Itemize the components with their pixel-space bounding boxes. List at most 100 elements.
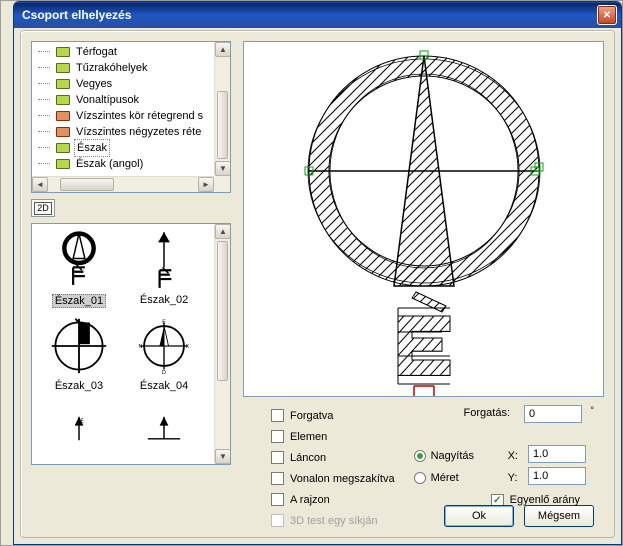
dialog-buttons: Ok Mégsem [444, 505, 594, 527]
title-text: Csoport elhelyezés [22, 8, 597, 22]
radio-nagyitas[interactable]: Nagyítás [414, 445, 474, 467]
tree-item-label: Vízszintes négyzetes réte [74, 124, 203, 140]
left-column: Térfogat Tűzrakóhelyek Vegyes Vonaltípus… [31, 41, 231, 465]
svg-text:E: E [162, 319, 166, 325]
tree-vertical-scrollbar[interactable]: ▲ ▼ [214, 42, 230, 176]
tree-item[interactable]: Észak [34, 140, 214, 156]
rotation-label: Forgatás: [464, 407, 510, 419]
cancel-button[interactable]: Mégsem [524, 505, 594, 527]
check-label: Vonalon megszakítva [290, 473, 395, 485]
thumbnail-item[interactable]: Észak_03 [40, 314, 118, 392]
tree-item[interactable]: Vonaltípusok [34, 92, 214, 108]
radio-label: Méret [431, 472, 459, 484]
x-input[interactable]: 1.0 [528, 445, 586, 463]
tree-item[interactable]: Tűzrakóhelyek [34, 60, 214, 76]
scroll-thumb[interactable] [217, 241, 228, 381]
tree-item-label: Észak [74, 139, 110, 157]
thumbnail-item[interactable]: Észak_01 [40, 228, 118, 308]
svg-text:É: É [80, 418, 84, 425]
folder-icon [56, 95, 70, 105]
folder-icon [56, 159, 70, 169]
y-label: Y: [508, 472, 518, 484]
scroll-up-icon[interactable]: ▲ [215, 224, 231, 239]
tree-item[interactable]: Térfogat [34, 44, 214, 60]
tree-item-label: Vegyes [74, 76, 114, 92]
scroll-down-icon[interactable]: ▼ [215, 449, 231, 464]
rotation-input[interactable]: 0 [524, 405, 582, 423]
tree-item-label: Vonaltípusok [74, 92, 141, 108]
thumbnail-preview [132, 228, 196, 292]
main-group: Térfogat Tűzrakóhelyek Vegyes Vonaltípus… [20, 30, 615, 538]
check-label: 3D test egy síkján [290, 515, 377, 527]
thumbnail-grid: Észak_01 [32, 224, 214, 464]
check-3d-sik: 3D test egy síkján [271, 510, 395, 531]
scroll-up-icon[interactable]: ▲ [215, 42, 231, 57]
radio-icon[interactable] [414, 450, 426, 462]
title-bar[interactable]: Csoport elhelyezés ✕ [14, 2, 621, 28]
svg-text:K: K [186, 344, 190, 350]
close-icon[interactable]: ✕ [597, 5, 617, 25]
thumbnail-preview [47, 314, 111, 378]
thumbnail-panel: Észak_01 [31, 223, 231, 465]
check-elemen[interactable]: Elemen [271, 426, 395, 447]
placement-options: Forgatva Elemen Láncon Vonalon megszakít… [271, 405, 395, 531]
controls-panel: Forgatva Elemen Láncon Vonalon megszakít… [243, 405, 604, 531]
tree-item[interactable]: Vízszintes kör rétegrend s [34, 108, 214, 124]
tree-content: Térfogat Tűzrakóhelyek Vegyes Vonaltípus… [32, 42, 214, 176]
svg-text:D: D [162, 370, 166, 375]
tree-item[interactable]: Észak (angol) [34, 156, 214, 172]
check-arajzon[interactable]: A rajzon [271, 489, 395, 510]
thumbnail-caption: Észak_01 [52, 294, 106, 308]
check-lancon[interactable]: Láncon [271, 447, 395, 468]
tree-horizontal-scrollbar[interactable]: ◄ ► [32, 176, 214, 192]
dialog-body: Térfogat Tűzrakóhelyek Vegyes Vonaltípus… [14, 28, 621, 544]
thumbnail-item[interactable]: E K D N Észak_04 [125, 314, 203, 392]
checkbox-icon[interactable] [271, 451, 284, 464]
thumbnail-caption: Észak_02 [138, 294, 190, 306]
thumbnail-item[interactable] [125, 398, 203, 462]
checkbox-icon[interactable] [271, 409, 284, 422]
thumbnail-preview: É [47, 398, 111, 462]
check-label: Forgatva [290, 410, 333, 422]
thumbnail-item[interactable]: É [40, 398, 118, 462]
check-label: A rajzon [290, 494, 330, 506]
tree-item-label: Észak (angol) [74, 156, 145, 172]
thumbnail-item[interactable]: Észak_02 [125, 228, 203, 306]
radio-meret[interactable]: Méret [414, 467, 474, 489]
check-forgatva[interactable]: Forgatva [271, 405, 395, 426]
thumbnail-scrollbar[interactable]: ▲ ▼ [214, 224, 230, 464]
x-label: X: [508, 450, 518, 462]
preview-canvas[interactable] [243, 41, 604, 397]
thumbnail-preview [47, 228, 111, 292]
folder-icon [56, 47, 70, 57]
dialog-window: Csoport elhelyezés ✕ Térfogat Tűzrakóhel… [13, 1, 622, 545]
folder-icon [56, 143, 70, 153]
scroll-thumb[interactable] [217, 91, 228, 159]
tree-item[interactable]: Vegyes [34, 76, 214, 92]
tree-item-label: Vízszintes kör rétegrend s [74, 108, 205, 124]
check-label: Láncon [290, 452, 326, 464]
radio-label: Nagyítás [431, 450, 474, 462]
radio-icon[interactable] [414, 472, 426, 484]
y-input[interactable]: 1.0 [528, 467, 586, 485]
compass-symbol-icon [274, 46, 574, 396]
application-frame: ARCHline Csoport elhelyezés ✕ Térfogat T… [0, 0, 623, 546]
checkbox-icon[interactable] [271, 472, 284, 485]
thumbnail-preview [132, 398, 196, 462]
checkbox-icon[interactable] [271, 430, 284, 443]
checkbox-icon[interactable] [271, 493, 284, 506]
scroll-thumb[interactable] [60, 178, 114, 191]
category-tree[interactable]: Térfogat Tűzrakóhelyek Vegyes Vonaltípus… [31, 41, 231, 193]
check-vonalon[interactable]: Vonalon megszakítva [271, 468, 395, 489]
tree-item-label: Térfogat [74, 44, 119, 60]
scale-mode-group: Nagyítás Méret [414, 445, 474, 489]
scroll-right-icon[interactable]: ► [198, 177, 214, 192]
folder-icon [56, 79, 70, 89]
scroll-left-icon[interactable]: ◄ [32, 177, 48, 192]
view-2d-label: 2D [34, 202, 52, 215]
ok-button[interactable]: Ok [444, 505, 514, 527]
tree-item[interactable]: Vízszintes négyzetes réte [34, 124, 214, 140]
scroll-corner [214, 176, 230, 192]
scroll-down-icon[interactable]: ▼ [215, 161, 231, 176]
view-2d-toggle[interactable]: 2D [31, 199, 55, 217]
